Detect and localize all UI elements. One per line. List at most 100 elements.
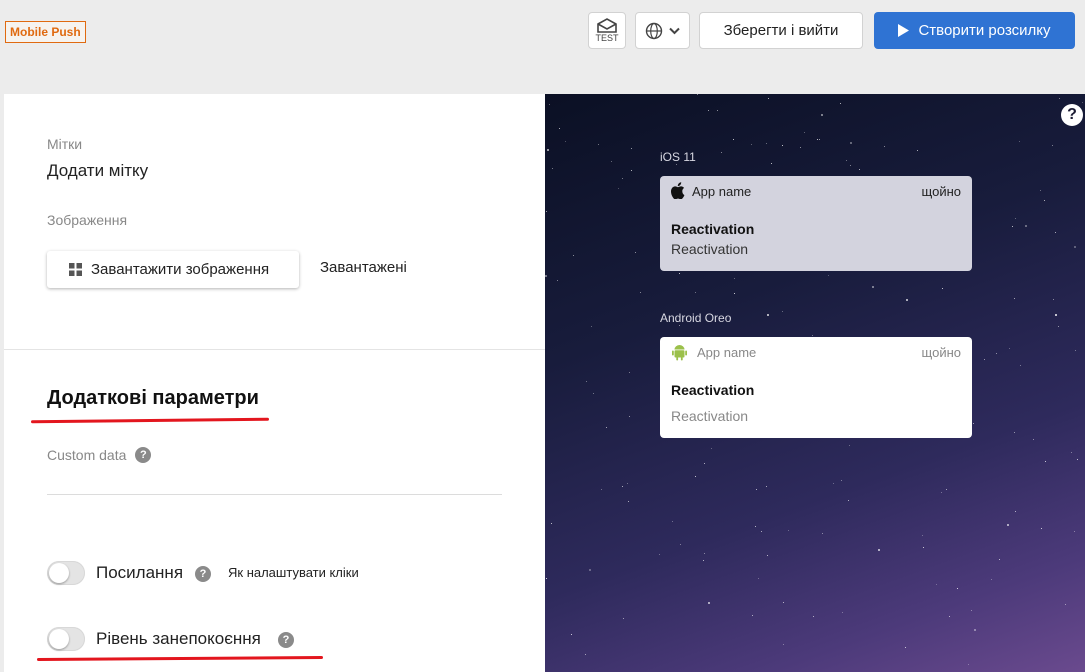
star [586, 381, 587, 382]
save-and-exit-button[interactable]: Зберегти і вийти [699, 12, 863, 49]
star [984, 359, 985, 360]
additional-params-title: Додаткові параметри [47, 387, 259, 409]
star [917, 150, 918, 151]
star [788, 530, 789, 531]
star [591, 326, 592, 327]
star [1040, 190, 1041, 191]
star [761, 531, 762, 532]
star [850, 165, 851, 166]
toggle-knob [49, 563, 69, 583]
star [1015, 511, 1016, 512]
add-tag-field[interactable]: Додати мітку [47, 161, 148, 181]
star [631, 170, 632, 171]
star [849, 445, 850, 446]
notification-preview: ? iOS 11 App name щойно Reactivation Rea… [545, 94, 1085, 672]
star [850, 142, 852, 144]
star [551, 523, 552, 524]
star [1009, 348, 1010, 349]
star [813, 616, 814, 617]
star [734, 278, 735, 279]
android-notification-title: Reactivation [671, 382, 755, 398]
star [1015, 218, 1016, 219]
star [704, 553, 705, 554]
star [1055, 314, 1057, 316]
settings-panel: Мітки Додати мітку Зображення Завантажит… [4, 94, 545, 672]
star [1059, 98, 1060, 99]
star [679, 273, 680, 274]
star [703, 560, 704, 561]
ios-label: iOS 11 [660, 150, 696, 164]
star [606, 427, 607, 428]
star [819, 139, 820, 140]
star [872, 286, 874, 288]
link-toggle[interactable] [47, 561, 85, 585]
star [695, 476, 696, 477]
ios-time: щойно [921, 184, 961, 199]
language-dropdown[interactable] [635, 12, 690, 49]
star [968, 664, 969, 665]
help-icon[interactable]: ? [278, 632, 294, 648]
star [1052, 145, 1053, 146]
star [991, 579, 992, 580]
globe-icon [645, 22, 663, 39]
star [708, 110, 709, 111]
star [756, 489, 757, 490]
star [1045, 461, 1046, 462]
apple-icon [670, 182, 685, 199]
toggle-knob [49, 629, 69, 649]
upload-image-button[interactable]: Завантажити зображення [47, 251, 299, 288]
star [782, 145, 783, 146]
custom-data-input[interactable] [47, 494, 502, 495]
clicks-help-link[interactable]: Як налаштувати кліки [228, 565, 359, 580]
star [1075, 350, 1076, 351]
top-bar: Mobile Push TEST Зберегти і вийти Створи… [0, 0, 1085, 72]
star [573, 255, 574, 256]
image-label: Зображення [47, 212, 128, 228]
star [822, 533, 823, 534]
android-time: щойно [921, 345, 961, 360]
star [751, 144, 752, 145]
ios-notification-body: Reactivation [671, 241, 749, 257]
star [640, 292, 641, 293]
star [565, 141, 566, 142]
star [771, 163, 772, 164]
star [946, 489, 947, 490]
uploaded-images-link[interactable]: Завантажені [320, 259, 407, 276]
annotation-underline [30, 417, 270, 424]
star [593, 393, 594, 394]
star [629, 416, 630, 417]
custom-data-row: Custom data ? [47, 447, 152, 463]
star [717, 110, 718, 111]
star [906, 299, 908, 301]
star [755, 526, 756, 527]
star [546, 578, 547, 579]
star [1033, 439, 1034, 440]
help-icon[interactable]: ? [1061, 104, 1083, 126]
annotation-underline [36, 656, 324, 661]
star [783, 644, 784, 645]
star [996, 353, 997, 354]
star [923, 547, 924, 548]
urgency-toggle[interactable] [47, 627, 85, 651]
star [884, 146, 885, 147]
star [1012, 226, 1013, 227]
star [974, 629, 976, 631]
star [557, 280, 558, 281]
star [1025, 225, 1027, 227]
help-icon[interactable]: ? [135, 447, 152, 463]
create-campaign-button[interactable]: Створити розсилку [874, 12, 1075, 49]
star [552, 168, 553, 169]
link-toggle-label: Посилання [96, 563, 184, 582]
star [841, 480, 842, 481]
star [1019, 141, 1020, 142]
star [768, 98, 769, 99]
star [1065, 604, 1066, 605]
star [1044, 200, 1045, 201]
help-icon[interactable]: ? [195, 566, 211, 582]
test-send-button[interactable]: TEST [588, 12, 626, 49]
star [1041, 528, 1042, 529]
star [585, 654, 586, 655]
star [821, 114, 823, 116]
star [601, 489, 602, 490]
star [766, 143, 767, 144]
